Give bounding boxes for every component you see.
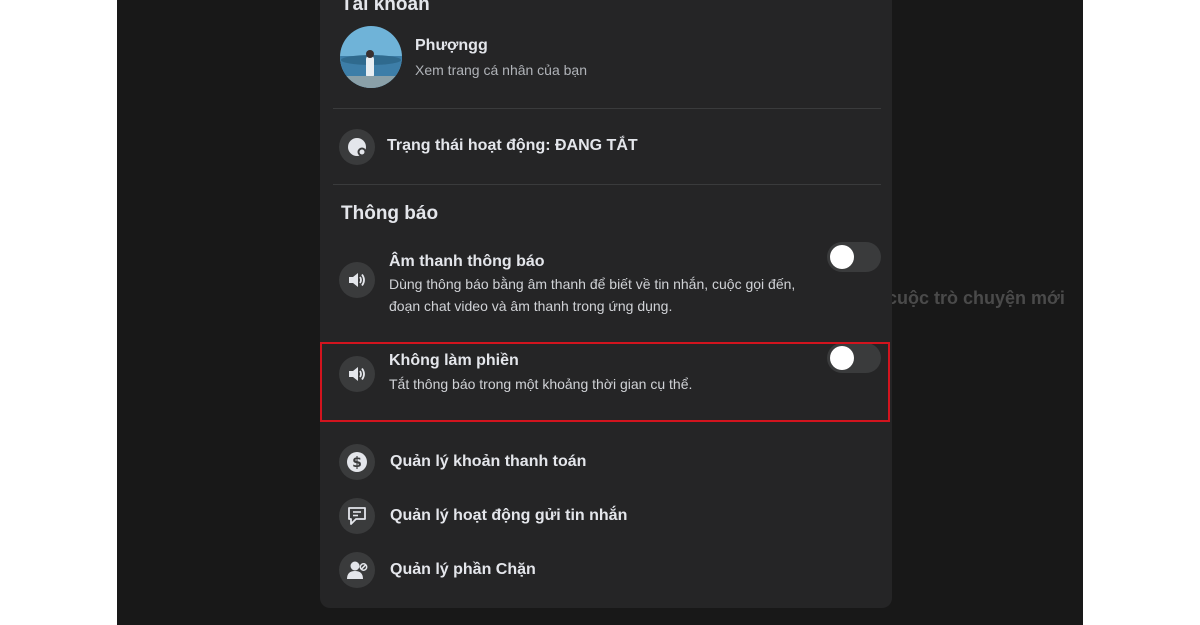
payments-menu-item[interactable]: $ Quản lý khoản thanh toán (339, 444, 869, 482)
activity-status-label: Trạng thái hoạt động: ĐANG TẮT (387, 137, 638, 154)
profile-link[interactable]: Phượngg Xem trang cá nhân của bạn (340, 26, 880, 90)
blocking-menu-item[interactable]: Quản lý phần Chặn (339, 552, 869, 590)
message-settings-icon (339, 498, 375, 534)
block-user-icon (339, 552, 375, 588)
toggle-knob (830, 245, 854, 269)
message-delivery-menu-item[interactable]: Quản lý hoạt động gửi tin nhắn (339, 498, 869, 536)
svg-text:$: $ (352, 455, 362, 471)
speaker-icon (339, 262, 375, 298)
blocking-label: Quản lý phần Chặn (390, 561, 536, 578)
account-section-title: Tài khoản (341, 0, 430, 15)
activity-status-icon (339, 129, 375, 165)
notification-sound-label: Âm thanh thông báo (389, 253, 545, 270)
notification-sound-toggle[interactable] (827, 242, 881, 272)
message-delivery-label: Quản lý hoạt động gửi tin nhắn (390, 507, 628, 524)
divider (333, 184, 881, 185)
divider (333, 108, 881, 109)
notification-sound-row: Âm thanh thông báo Dùng thông báo bằng â… (339, 242, 884, 323)
notifications-section-title: Thông báo (341, 203, 439, 224)
avatar (340, 26, 402, 88)
profile-subtitle: Xem trang cá nhân của bạn (415, 62, 588, 78)
profile-name: Phượngg (415, 37, 488, 54)
dollar-icon: $ (339, 444, 375, 480)
messenger-window: cuộc trò chuyện mới Tài khoản Phượngg Xe… (117, 0, 1083, 625)
highlight-box (320, 342, 890, 422)
activity-status-row[interactable]: Trạng thái hoạt động: ĐANG TẮT (339, 128, 869, 166)
payments-label: Quản lý khoản thanh toán (390, 453, 587, 470)
background-conversation-hint: cuộc trò chuyện mới (887, 288, 1065, 308)
preferences-panel: Tài khoản Phượngg Xem trang cá nhân của … (320, 0, 892, 608)
notification-sound-description: Dùng thông báo bằng âm thanh để biết về … (389, 276, 796, 314)
